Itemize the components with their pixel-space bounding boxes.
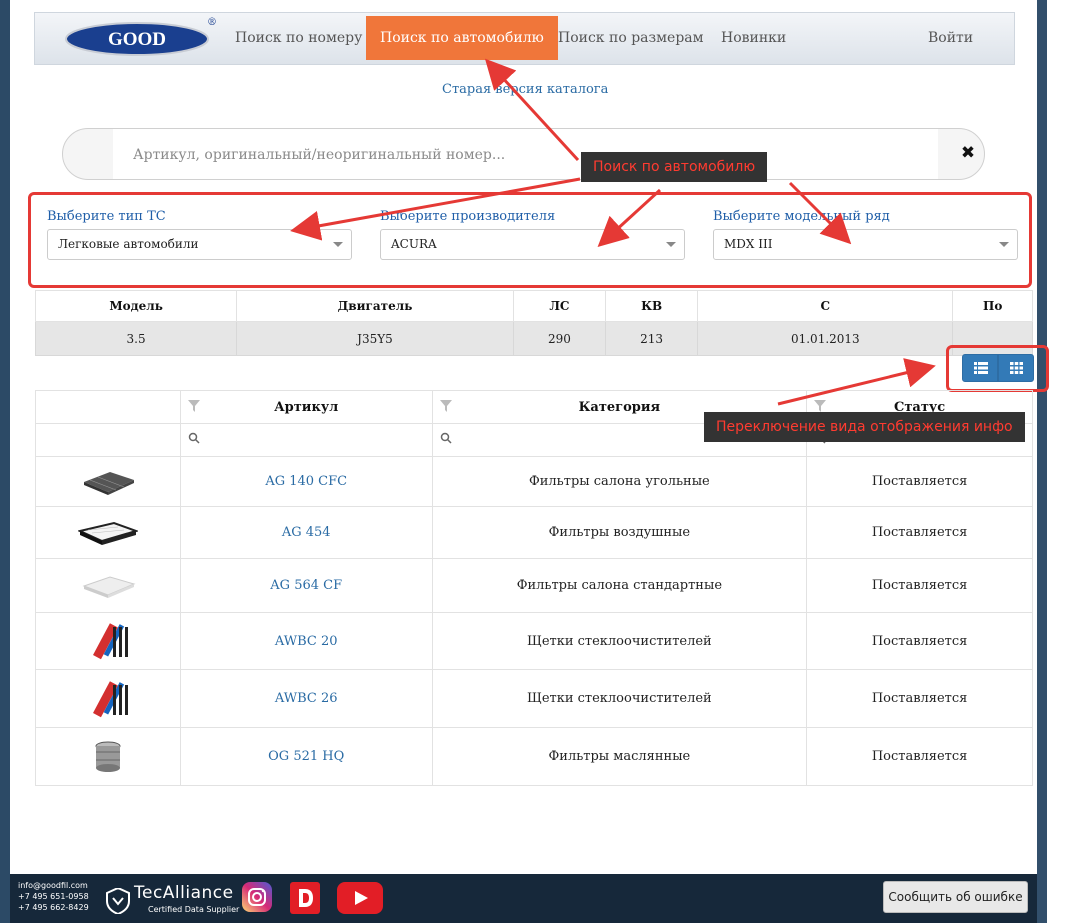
youtube-icon[interactable] — [337, 882, 383, 914]
instagram-icon[interactable] — [242, 882, 272, 912]
annotation-arrows — [290, 58, 936, 406]
arrow — [484, 58, 580, 162]
report-error-button[interactable]: Сообщить об ошибке — [883, 881, 1028, 913]
tecalliance-shield-icon — [106, 888, 130, 914]
arrow — [788, 181, 852, 245]
arrow — [597, 188, 662, 248]
view-toggle-callout: Переключение вида отображения инфо — [704, 412, 1025, 442]
tecalliance-subtitle: Certified Data Supplier — [148, 905, 240, 914]
arrow — [777, 358, 936, 406]
phone-number: +7 495 651-0958 — [18, 892, 89, 901]
contacts: info@goodfil.com +7 495 651-0958 +7 495 … — [18, 880, 89, 913]
email-link[interactable]: info@goodfil.com — [18, 880, 89, 891]
phone-number: +7 495 662-8429 — [18, 903, 89, 912]
arrow — [290, 177, 581, 241]
tecalliance-name: TecAlliance — [134, 883, 234, 903]
vehicle-search-callout: Поиск по автомобилю — [581, 152, 768, 182]
drive2-icon[interactable] — [290, 882, 320, 914]
footer: info@goodfil.com +7 495 651-0958 +7 495 … — [10, 874, 1037, 923]
